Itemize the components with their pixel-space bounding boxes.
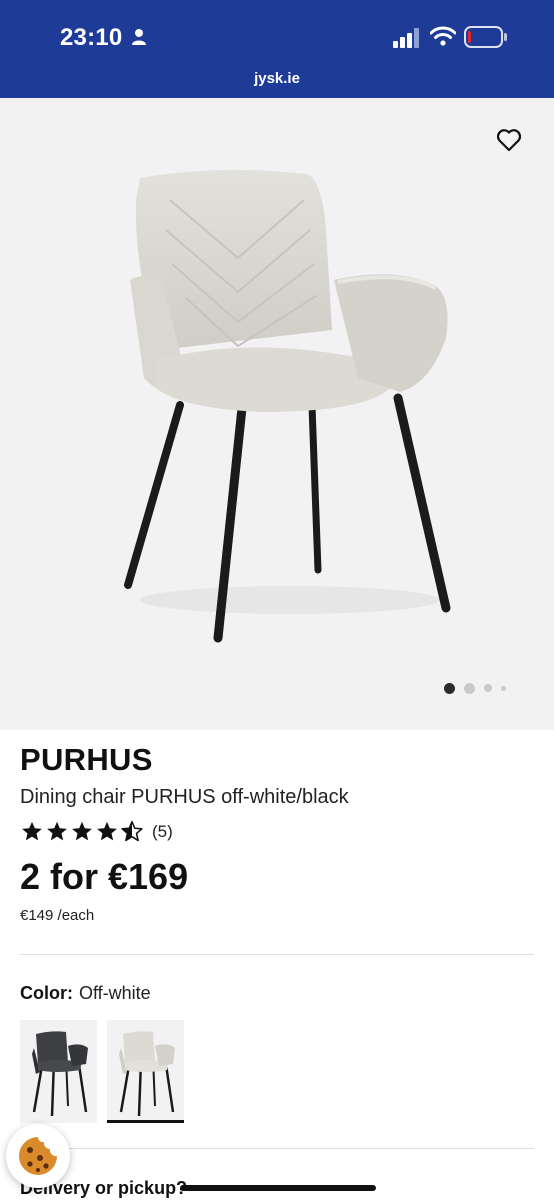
heart-icon[interactable] [496,128,522,152]
color-selection: Color: Off-white [20,983,151,1004]
home-indicator[interactable] [180,1185,376,1191]
cookie-settings-button[interactable] [6,1124,70,1188]
divider [20,954,534,955]
product-name: PURHUS [20,742,153,777]
cellular-signal-icon [393,28,419,48]
product-price: 2 for €169 [20,856,189,897]
browser-header: 23:10 jysk.ie [0,0,554,98]
battery-icon [464,26,507,48]
dark-chair-thumbnail [32,1031,88,1117]
pagination-dot-3[interactable] [484,684,492,692]
pagination-dot-4[interactable] [501,685,506,691]
url-bar[interactable]: jysk.ie [0,70,554,87]
color-label: Color: [20,983,73,1003]
gallery-pagination [444,682,506,694]
star-full-icon [47,821,67,841]
product-rating[interactable]: (5) [20,820,173,843]
pagination-dot-2[interactable] [464,682,475,694]
star-half-icon [121,820,143,842]
star-full-icon [72,821,92,841]
pagination-dot-1[interactable] [444,682,455,694]
divider [20,1148,534,1149]
cookie-icon [19,1137,57,1175]
color-swatch-dark-grey[interactable] [20,1020,97,1123]
chair-photo [124,169,451,643]
star-full-icon [22,821,42,841]
offwhite-chair-thumbnail [119,1031,175,1117]
color-value: Off-white [79,983,151,1003]
selected-swatch-indicator [107,1120,184,1123]
color-swatch-off-white[interactable] [107,1020,184,1123]
product-description: Dining chair PURHUS off-white/black [20,786,349,808]
wifi-icon [430,26,456,46]
status-time: 23:10 [60,24,123,51]
person-icon [132,29,146,45]
star-full-icon [97,821,117,841]
rating-stars [20,820,144,843]
review-count[interactable]: (5) [152,822,173,842]
unit-price: €149 /each [20,907,95,924]
